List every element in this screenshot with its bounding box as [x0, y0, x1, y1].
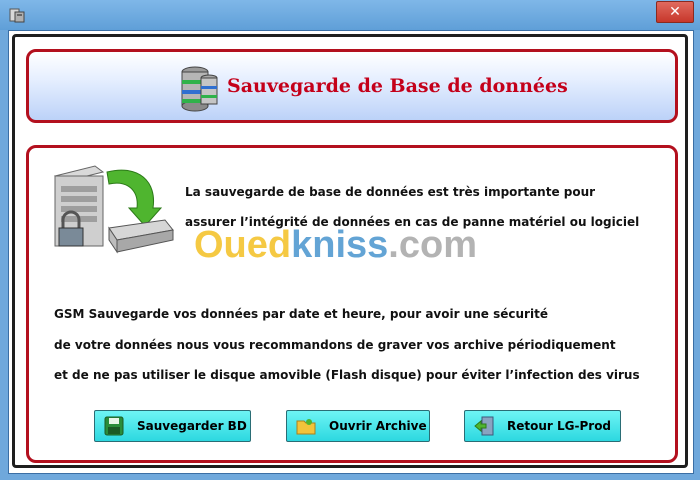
return-lg-prod-button[interactable]: Retour LG-Prod	[464, 410, 621, 442]
header-panel: Sauvegarde de Base de données	[26, 49, 678, 123]
folder-icon	[296, 419, 316, 435]
info-text-line: et de ne pas utiliser le disque amovible…	[54, 368, 640, 382]
database-icon	[181, 66, 218, 112]
info-text-line: GSM Sauvegarde vos données par date et h…	[54, 307, 548, 321]
backup-button[interactable]: Sauvegarder BD	[94, 410, 251, 442]
watermark-part: kniss	[291, 224, 389, 266]
watermark-part: Oued	[194, 224, 292, 266]
watermark-part: .com	[388, 224, 477, 266]
exit-door-icon	[474, 416, 494, 436]
return-lg-prod-button-label: Retour LG-Prod	[507, 419, 612, 433]
window-client: Sauvegarde de Base de données La sauvega…	[8, 30, 694, 474]
backup-button-label: Sauvegarder BD	[137, 419, 247, 433]
info-panel: La sauvegarde de base de données est trè…	[26, 145, 678, 463]
close-button[interactable]: ✕	[656, 1, 694, 23]
ouedkniss-watermark: Ouedkniss.com	[194, 224, 477, 267]
info-text-line: de votre données nous vous recommandons …	[54, 338, 616, 352]
info-text-line: La sauvegarde de base de données est trè…	[185, 185, 596, 199]
app-icon	[9, 8, 25, 23]
open-archive-button[interactable]: Ouvrir Archive	[286, 410, 430, 442]
title-bar[interactable]: ✕	[0, 0, 700, 30]
floppy-disk-icon	[104, 416, 124, 436]
page-title: Sauvegarde de Base de données	[227, 75, 568, 97]
server-backup-icon	[53, 165, 174, 254]
content-frame: Sauvegarde de Base de données La sauvega…	[12, 34, 688, 468]
open-archive-button-label: Ouvrir Archive	[329, 419, 427, 433]
